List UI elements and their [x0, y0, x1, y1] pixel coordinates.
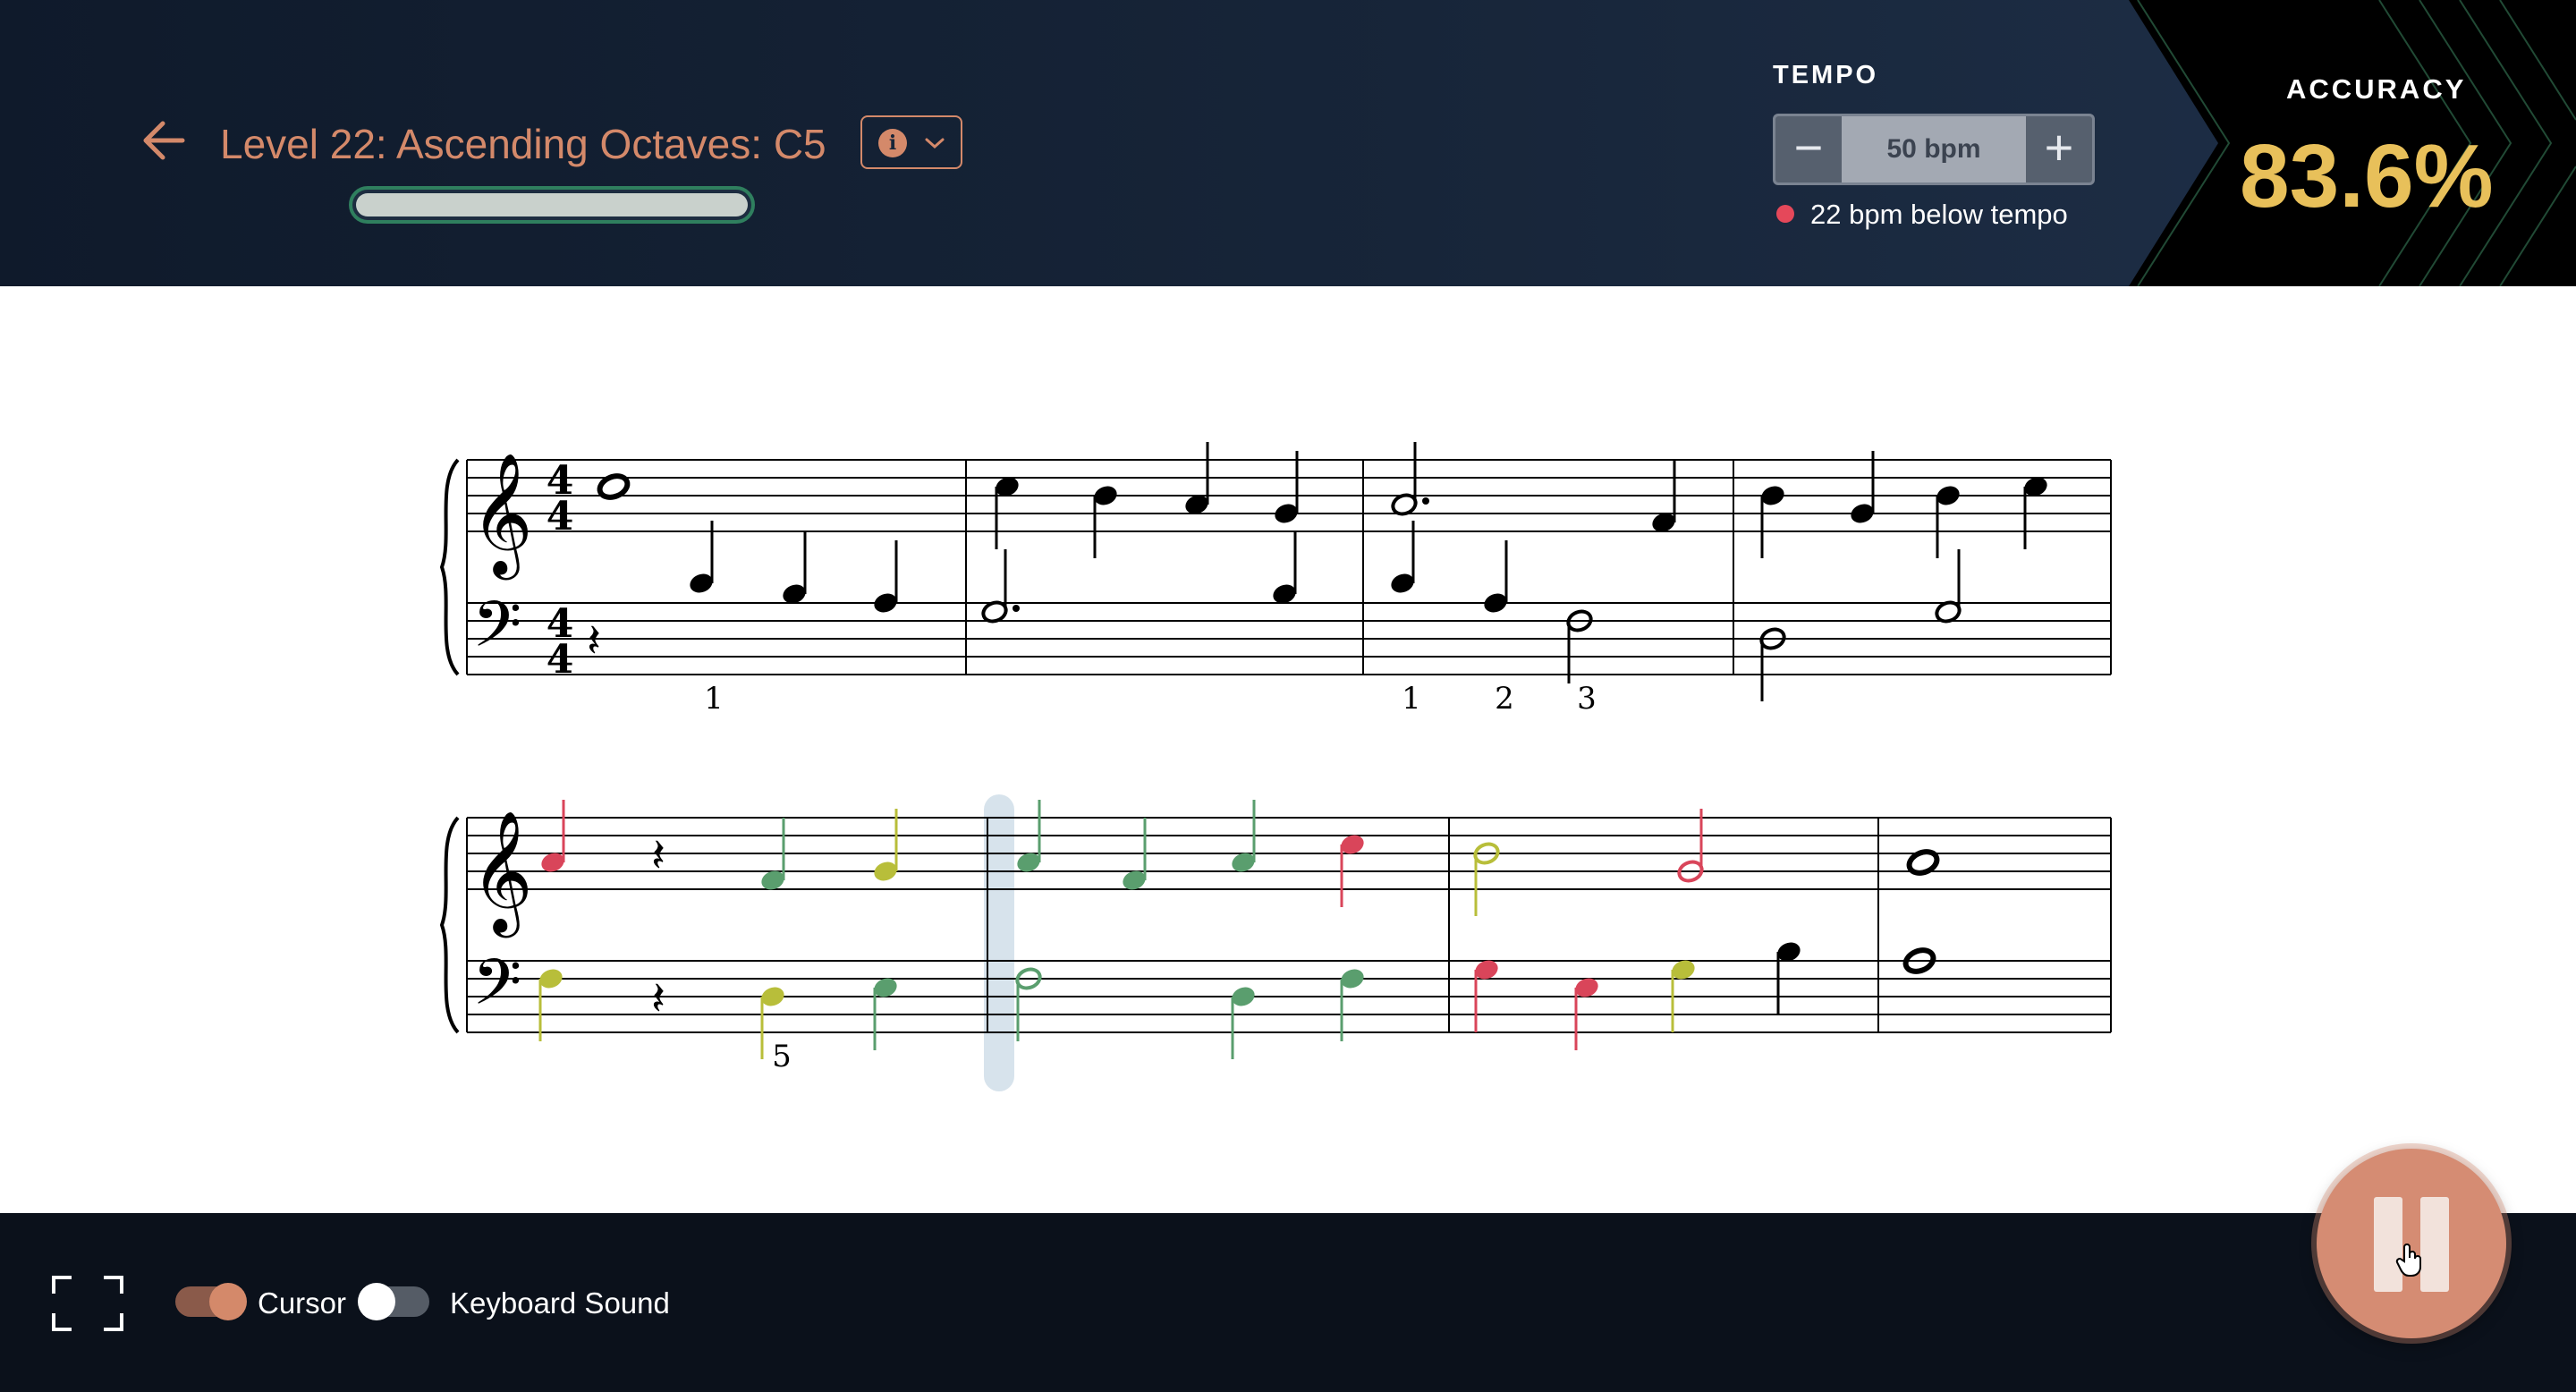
system-1-treble-clef-icon: 𝄞: [470, 451, 533, 580]
system-2-brace: [439, 816, 460, 1034]
system-2-bass-staff: [467, 960, 2111, 1033]
pause-button[interactable]: [2317, 1149, 2506, 1338]
quarter-note: [1760, 486, 1784, 558]
hand-pointer-icon: [2395, 1243, 2421, 1277]
system-2-barlines: [466, 818, 2112, 1032]
quarter-note: [995, 477, 1019, 549]
sheet-music: 𝄞 𝄢 𝄞 𝄢 4 4 4 4 𝄽 𝄽 𝄽 1 1 2 3 5: [439, 442, 2112, 1091]
playback-cursor: [984, 794, 1014, 1091]
whole-note: [1906, 849, 1940, 876]
chevron-down-icon: [925, 138, 945, 149]
quarter-note: [1474, 960, 1498, 1032]
system-2-treble-clef-icon: 𝄞: [470, 809, 533, 938]
quarter-note: [873, 978, 897, 1050]
system-1-bass-clef-icon: 𝄢: [472, 588, 521, 677]
info-icon: i: [878, 129, 907, 157]
quarter-note: [538, 969, 563, 1041]
quarter-note: [874, 809, 898, 881]
quarter-note: [1231, 987, 1255, 1059]
keyboard-sound-label: Keyboard Sound: [450, 1286, 670, 1320]
fingering: 1: [1402, 681, 1421, 717]
tempo-decrease-button[interactable]: −: [1775, 116, 1842, 182]
quarter-note: [541, 800, 565, 872]
quarter-note: [1093, 486, 1117, 558]
half-note: [1015, 967, 1042, 1041]
treble-time-sig-bottom: 4: [547, 494, 574, 539]
level-info-dropdown[interactable]: i: [860, 115, 962, 169]
quarter-note: [1484, 540, 1508, 613]
toggle-knob: [358, 1283, 395, 1320]
system-2-treble-staff: [467, 817, 2111, 890]
cursor-toggle-label: Cursor: [258, 1286, 347, 1320]
quarter-note: [1232, 800, 1256, 872]
half-note: [1759, 627, 1786, 701]
progress-fill: [356, 193, 748, 216]
quarter-note: [1652, 460, 1676, 532]
fingering: 1: [704, 681, 724, 717]
accuracy-value: 83.6%: [2240, 126, 2494, 226]
quarter-note: [1671, 960, 1695, 1032]
fingering: 5: [772, 1039, 792, 1074]
system-2-bass-clef-icon: 𝄢: [472, 946, 521, 1035]
bottom-bar: Cursor Keyboard Sound: [0, 1213, 2576, 1392]
quarter-note: [1340, 835, 1364, 907]
whole-note: [597, 473, 631, 500]
quarter-note: [1851, 451, 1875, 523]
fullscreen-icon[interactable]: [52, 1276, 123, 1331]
half-note: [981, 549, 1020, 624]
tempo-status-text: 22 bpm below tempo: [1810, 199, 2068, 230]
toggle-knob: [209, 1283, 247, 1320]
tempo-increase-button[interactable]: +: [2026, 116, 2092, 182]
quarter-note: [1275, 451, 1299, 523]
half-note: [1935, 549, 1962, 624]
tempo-label: TEMPO: [1773, 61, 1879, 89]
system-1-brace: [439, 458, 460, 676]
keyboard-sound-toggle[interactable]: [358, 1283, 429, 1320]
fingering: 3: [1577, 681, 1597, 717]
cursor-toggle[interactable]: [175, 1283, 247, 1320]
level-title: Level 22: Ascending Octaves: C5: [220, 121, 826, 167]
quarter-note: [1017, 800, 1041, 872]
back-arrow-icon[interactable]: [140, 116, 188, 165]
tempo-input[interactable]: [1842, 116, 2026, 182]
quarter-note: [1776, 942, 1801, 1014]
half-note: [1677, 809, 1704, 883]
quarter-rest: 𝄽: [651, 972, 665, 1026]
quarter-note: [2023, 477, 2047, 549]
quarter-note: [1340, 969, 1364, 1041]
quarter-rest: 𝄽: [587, 615, 601, 668]
quarter-note: [1936, 486, 1960, 558]
tempo-status: 22 bpm below tempo: [1776, 199, 2068, 231]
half-note: [1566, 609, 1593, 683]
quarter-note: [874, 540, 898, 613]
accuracy-label: ACCURACY: [2286, 73, 2467, 105]
system-1-bass-staff: [467, 602, 2111, 675]
quarter-note: [1574, 978, 1598, 1050]
quarter-rest: 𝄽: [651, 829, 665, 883]
system-1-barlines: [466, 460, 2112, 675]
quarter-note: [1185, 442, 1209, 514]
bass-time-sig-bottom: 4: [547, 637, 574, 683]
half-note: [1391, 442, 1429, 516]
status-dot-icon: [1776, 205, 1794, 223]
tempo-stepper: − +: [1773, 114, 2095, 185]
quarter-note: [761, 818, 785, 890]
level-progress-bar: [349, 186, 755, 224]
quarter-note: [783, 531, 807, 604]
quarter-note: [1273, 531, 1297, 604]
quarter-note: [1123, 818, 1147, 890]
fingering: 2: [1495, 681, 1514, 717]
half-note: [1473, 842, 1500, 916]
top-bar: Level 22: Ascending Octaves: C5 i TEMPO …: [0, 0, 2576, 286]
